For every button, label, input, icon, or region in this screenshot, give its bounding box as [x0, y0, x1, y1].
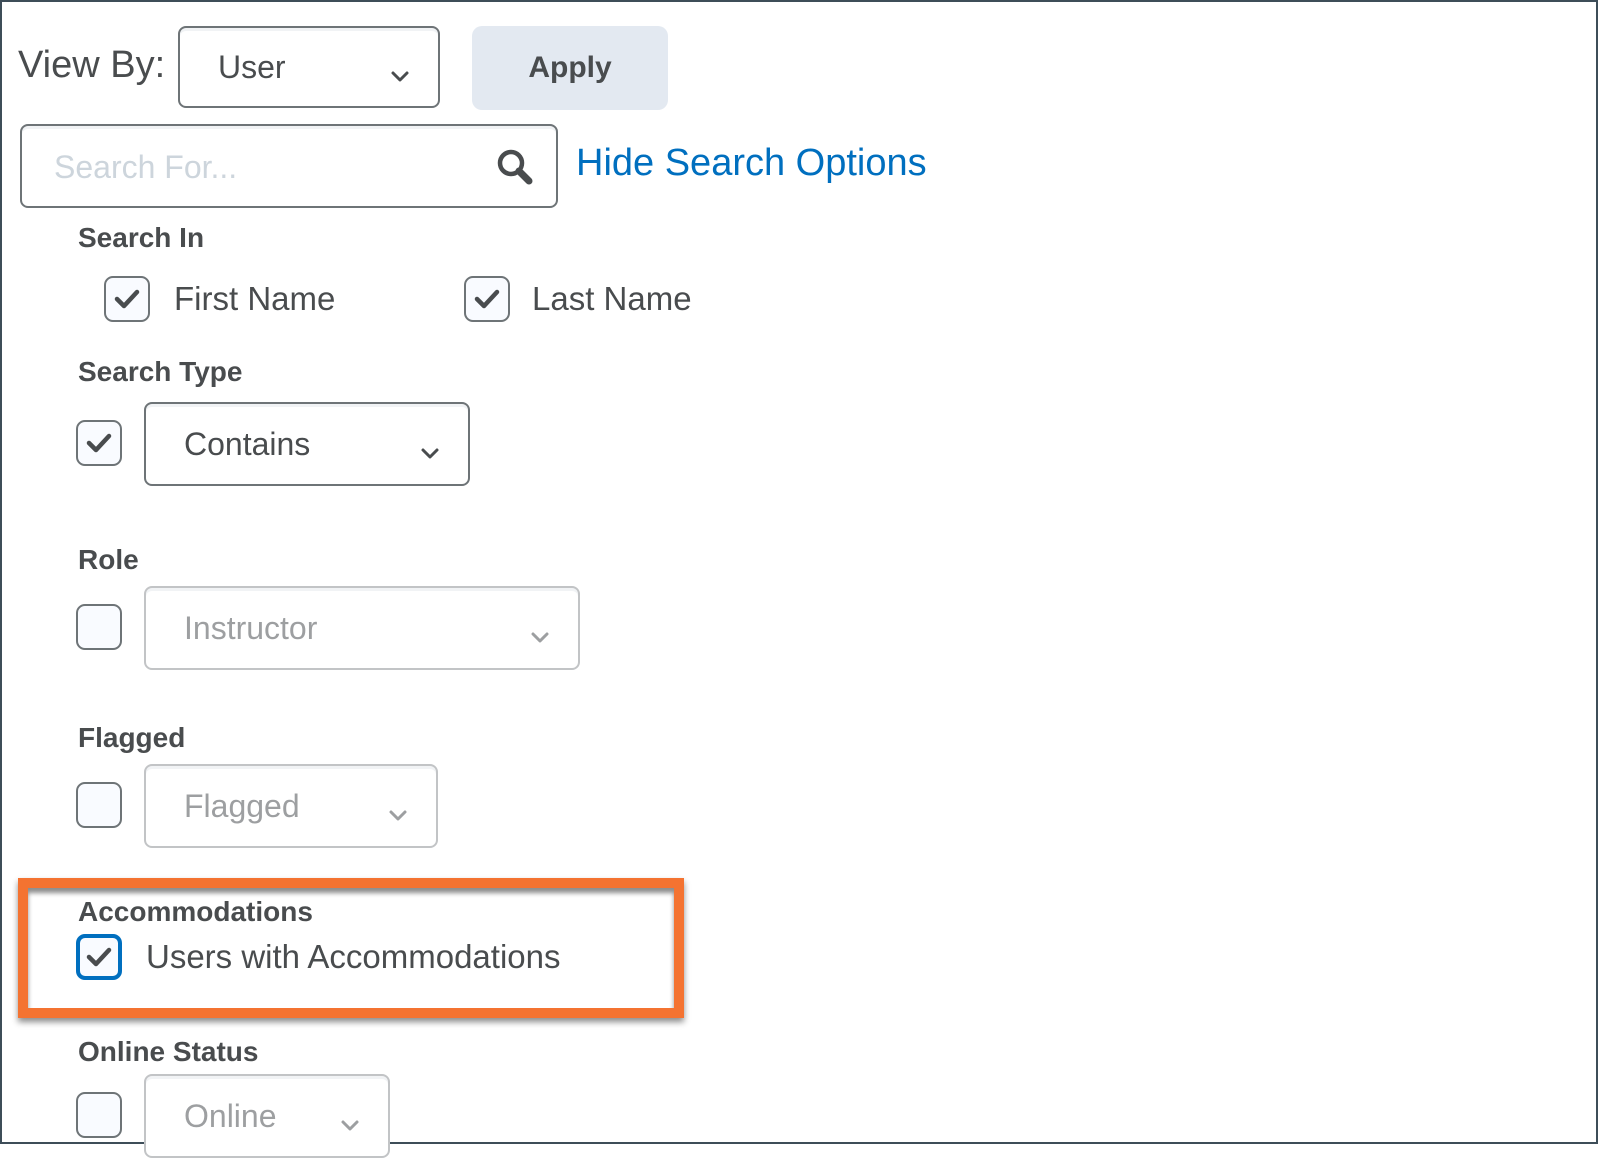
flagged-heading: Flagged — [78, 722, 186, 753]
search-icon[interactable] — [494, 146, 536, 188]
apply-button[interactable]: Apply — [472, 26, 668, 110]
role-heading: Role — [78, 544, 139, 575]
view-by-label: View By: — [18, 44, 166, 86]
flagged-value: Flagged — [184, 787, 300, 824]
accommodations-checkbox[interactable] — [76, 934, 122, 980]
chevron-down-icon — [420, 434, 440, 459]
chevron-down-icon — [340, 1106, 360, 1131]
search-type-value: Contains — [184, 425, 311, 462]
chevron-down-icon — [388, 796, 408, 821]
chevron-down-icon — [390, 57, 410, 82]
flagged-checkbox[interactable] — [76, 782, 122, 828]
checkmark-icon — [86, 433, 112, 453]
online-status-heading: Online Status — [78, 1036, 259, 1067]
search-field[interactable] — [20, 124, 558, 208]
search-type-checkbox[interactable] — [76, 420, 122, 466]
checkmark-icon — [474, 289, 500, 309]
online-status-value: Online — [184, 1097, 277, 1134]
accommodations-label[interactable]: Users with Accommodations — [146, 938, 560, 976]
checkmark-icon — [86, 947, 112, 967]
chevron-down-icon — [530, 618, 550, 643]
search-type-select[interactable]: Contains — [144, 402, 470, 486]
first-name-label[interactable]: First Name — [174, 280, 335, 318]
flagged-select[interactable]: Flagged — [144, 764, 438, 848]
last-name-checkbox[interactable] — [464, 276, 510, 322]
online-status-select[interactable]: Online — [144, 1074, 390, 1158]
view-by-value: User — [218, 48, 286, 85]
search-in-heading: Search In — [78, 222, 205, 253]
accommodations-heading: Accommodations — [78, 896, 313, 927]
role-value: Instructor — [184, 609, 318, 646]
first-name-checkbox[interactable] — [104, 276, 150, 322]
role-select[interactable]: Instructor — [144, 586, 580, 670]
view-by-select[interactable]: User — [178, 26, 440, 108]
search-type-heading: Search Type — [78, 356, 243, 387]
last-name-label[interactable]: Last Name — [532, 280, 692, 318]
role-checkbox[interactable] — [76, 604, 122, 650]
search-input[interactable] — [52, 144, 486, 190]
hide-search-options-link[interactable]: Hide Search Options — [576, 142, 927, 185]
checkmark-icon — [114, 289, 140, 309]
online-status-checkbox[interactable] — [76, 1092, 122, 1138]
